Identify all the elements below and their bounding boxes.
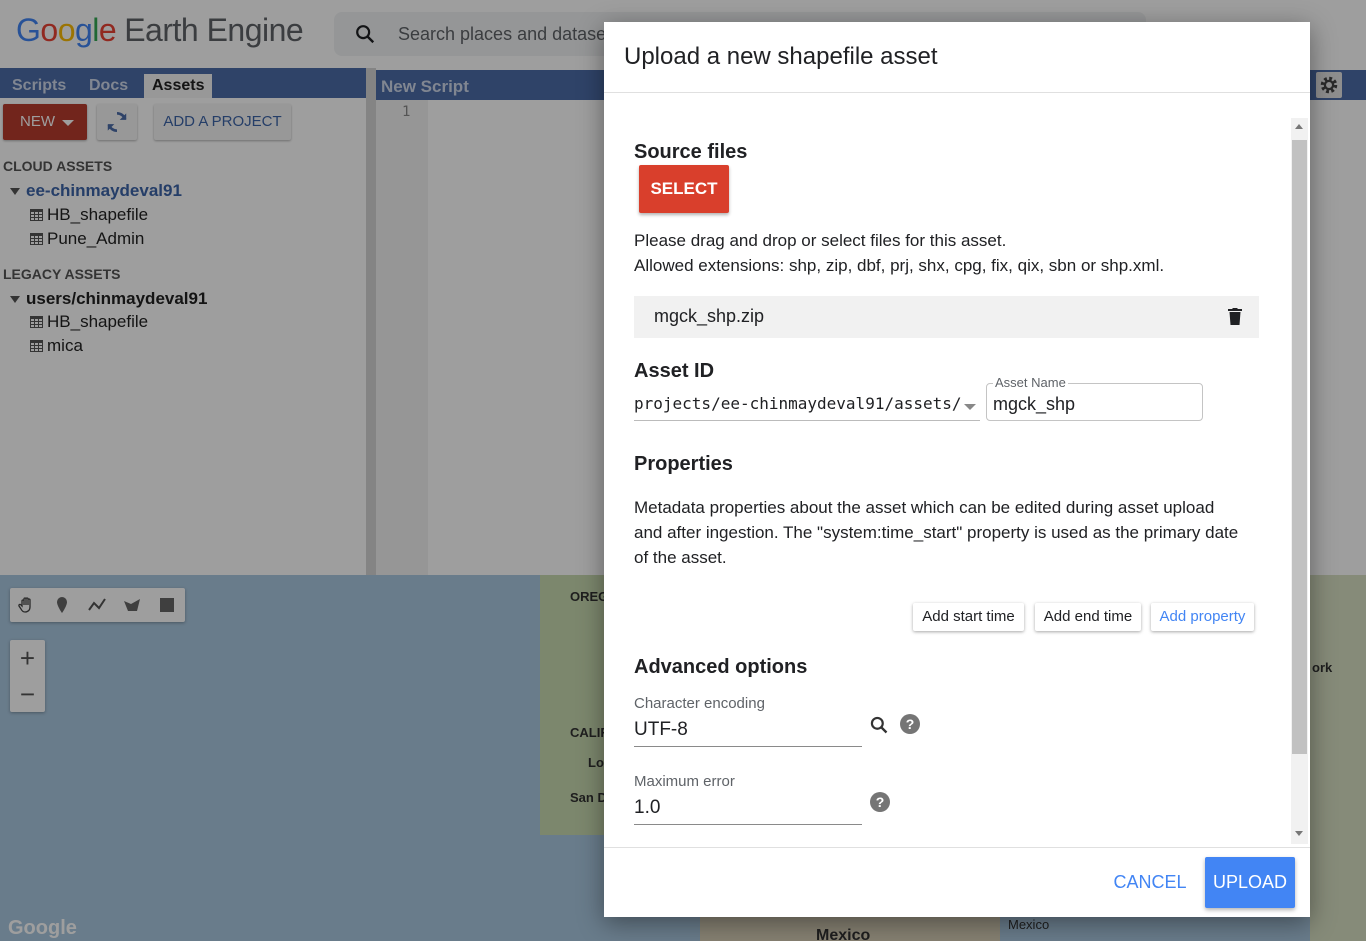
divider [604,847,1310,848]
source-files-heading: Source files [634,141,748,163]
properties-text: of the asset. [634,548,727,567]
asset-path-select[interactable]: projects/ee-chinmaydeval91/assets/ [634,394,962,413]
help-icon[interactable]: ? [870,792,890,812]
properties-text: Metadata properties about the asset whic… [634,498,1215,517]
dialog-title: Upload a new shapefile asset [624,43,938,70]
encoding-input[interactable]: UTF-8 [634,719,688,741]
help-icon[interactable]: ? [900,714,920,734]
dialog-body: Source files SELECT Please drag and drop… [604,93,1310,847]
scroll-up-icon[interactable] [1295,124,1303,129]
upload-dialog: Upload a new shapefile asset Source file… [604,22,1310,917]
cancel-button[interactable]: CANCEL [1110,870,1190,894]
file-name: mgck_shp.zip [654,306,765,326]
advanced-options-heading: Advanced options [634,656,808,678]
max-error-input[interactable]: 1.0 [634,797,660,819]
asset-name-field[interactable]: Asset Name mgck_shp [986,375,1203,421]
input-underline [634,824,862,825]
encoding-label: Character encoding [634,695,765,712]
allowed-extensions-text: Allowed extensions: shp, zip, dbf, prj, … [634,256,1165,275]
scrollbar[interactable] [1291,118,1308,844]
max-error-label: Maximum error [634,773,735,790]
trash-icon[interactable] [1228,308,1242,325]
input-underline [634,746,862,747]
search-icon[interactable] [869,715,889,735]
select-underline [634,420,980,421]
add-property-button[interactable]: Add property [1151,603,1254,631]
asset-name-input[interactable]: mgck_shp [993,394,1075,415]
scroll-down-icon[interactable] [1295,831,1303,836]
drag-drop-text: Please drag and drop or select files for… [634,231,1007,250]
chevron-down-icon[interactable] [964,404,976,410]
properties-heading: Properties [634,453,733,475]
selected-file-row: mgck_shp.zip [634,296,1259,338]
asset-name-label: Asset Name [993,375,1068,390]
upload-button[interactable]: UPLOAD [1205,857,1295,908]
scroll-thumb[interactable] [1292,140,1307,754]
add-start-time-button[interactable]: Add start time [913,603,1024,631]
add-end-time-button[interactable]: Add end time [1035,603,1141,631]
asset-id-heading: Asset ID [634,360,715,382]
select-files-button[interactable]: SELECT [639,165,729,213]
properties-text: and after ingestion. The "system:time_st… [634,523,1239,542]
